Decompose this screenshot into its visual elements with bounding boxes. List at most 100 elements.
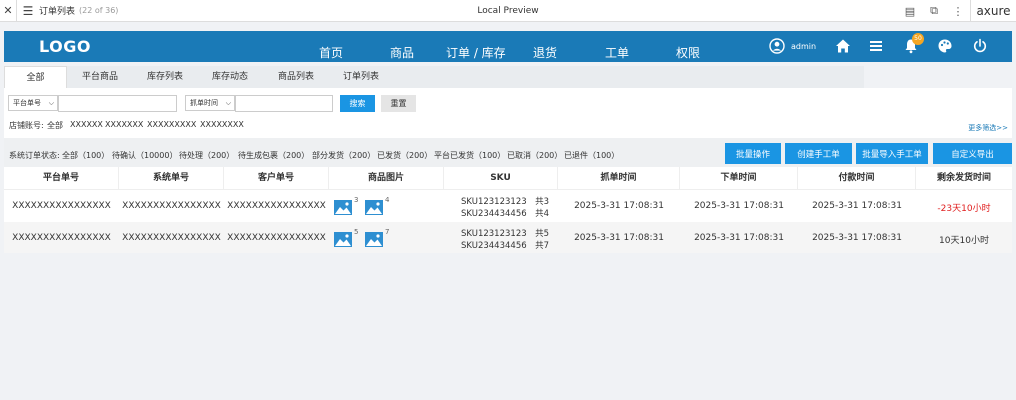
pay-time-cell: 2025-3-31 17:08:31 (812, 201, 902, 211)
reset-button[interactable]: 重置 (381, 95, 416, 112)
image-count: 3 (354, 196, 359, 204)
table-row[interactable]: XXXXXXXXXXXXXXXX XXXXXXXXXXXXXXXX XXXXXX… (4, 222, 1012, 253)
tab-order-list[interactable]: 订单列表 (333, 66, 389, 88)
shop-option[interactable]: XXXXXXXXX (147, 120, 196, 129)
axure-brand: axure (970, 0, 1016, 22)
export-icon[interactable]: ⧉ (922, 4, 946, 18)
username[interactable]: admin (791, 42, 816, 51)
status-filter-to-package[interactable]: 待生成包裹（200） (238, 150, 309, 161)
col-platform-no: 平台单号 (4, 167, 119, 190)
image-icon[interactable] (365, 200, 383, 215)
order-number-input[interactable] (58, 95, 177, 112)
platform-no-cell: XXXXXXXXXXXXXXXX (12, 233, 111, 243)
logo: LOGO (39, 37, 91, 56)
sku-line: SKU123123123 共5 (461, 229, 550, 239)
image-icon[interactable] (334, 232, 352, 247)
shop-option[interactable]: XXXXXXXX (200, 120, 244, 129)
image-count: 5 (354, 228, 359, 236)
tab-platform-products[interactable]: 平台商品 (72, 66, 128, 88)
col-product-image: 商品图片 (329, 167, 444, 190)
image-icon[interactable] (365, 232, 383, 247)
system-no-cell: XXXXXXXXXXXXXXXX (122, 233, 221, 243)
system-no-cell: XXXXXXXXXXXXXXXX (122, 201, 221, 211)
shop-account-label: 店铺账号: (9, 121, 44, 130)
palette-icon[interactable] (937, 38, 953, 54)
status-filter-platform-shipped[interactable]: 平台已发货（100） (434, 150, 505, 161)
col-order-time: 下单时间 (680, 167, 798, 190)
table-header: 平台单号 系统单号 客户单号 商品图片 SKU 抓单时间 下单时间 付款时间 剩… (4, 167, 1012, 190)
home-icon[interactable] (835, 38, 851, 54)
platform-no-cell: XXXXXXXXXXXXXXXX (12, 201, 111, 211)
remaining-time-cell: -23天10小时 (937, 204, 991, 214)
pay-time-cell: 2025-3-31 17:08:31 (812, 233, 902, 243)
status-filter-cancelled[interactable]: 已取消（200） (507, 150, 562, 161)
tab-inventory-activity[interactable]: 库存动态 (202, 66, 258, 88)
preview-toolbar: Local Preview ✕ ☰ 订单列表 (22 of 36) ▤ ⧉ ⋮ … (0, 0, 1016, 22)
tab-all[interactable]: 全部 (4, 66, 67, 88)
image-count: 7 (385, 228, 390, 236)
nav-tickets[interactable]: 工单 (605, 44, 629, 61)
nav-permissions[interactable]: 权限 (676, 44, 700, 61)
page-count: (22 of 36) (79, 6, 119, 15)
batch-import-button[interactable]: 批量导入手工单 (856, 143, 928, 164)
status-filter-to-process[interactable]: 待处理（200） (179, 150, 234, 161)
order-status-bar: 系统订单状态: 全部（100） 待确认（10000） 待处理（200） 待生成包… (4, 138, 1012, 167)
more-icon[interactable]: ⋮ (946, 5, 970, 18)
status-filter-shipped[interactable]: 已发货（200） (377, 150, 432, 161)
preview-title: Local Preview (477, 5, 539, 16)
time-type-select[interactable]: 抓单时间 ⌵ (185, 95, 235, 111)
order-time-cell: 2025-3-31 17:08:31 (694, 233, 784, 243)
status-filter-all[interactable]: 全部（100） (62, 150, 109, 161)
nav-home[interactable]: 首页 (319, 44, 343, 61)
order-number-type-select[interactable]: 平台单号 ⌵ (8, 95, 58, 111)
table-row[interactable]: XXXXXXXXXXXXXXXX XXXXXXXXXXXXXXXX XXXXXX… (4, 190, 1012, 221)
sku-line: SKU234434456 共7 (461, 241, 550, 251)
create-manual-order-button[interactable]: 创建手工单 (785, 143, 852, 164)
close-icon[interactable]: ✕ (0, 4, 16, 17)
col-pay-time: 付款时间 (798, 167, 916, 190)
filter-panel: 平台单号 ⌵ 抓单时间 ⌵ 搜索 重置 店铺账号: 全部 XXXXXX XXXX… (4, 88, 1012, 138)
status-filter-returned[interactable]: 已退件（100） (564, 150, 619, 161)
nav-orders-inventory[interactable]: 订单 / 库存 (446, 44, 506, 61)
customer-no-cell: XXXXXXXXXXXXXXXX (227, 201, 326, 211)
status-filter-to-confirm[interactable]: 待确认（10000） (112, 150, 177, 161)
search-button[interactable]: 搜索 (340, 95, 375, 112)
col-customer-no: 客户单号 (224, 167, 329, 190)
col-system-no: 系统单号 (119, 167, 224, 190)
sku-line: SKU123123123 共3 (461, 197, 550, 207)
shop-option[interactable]: XXXXXXX (105, 120, 143, 129)
order-table: 平台单号 系统单号 客户单号 商品图片 SKU 抓单时间 下单时间 付款时间 剩… (4, 167, 1012, 253)
select-label: 抓单时间 (190, 99, 218, 107)
customer-no-cell: XXXXXXXXXXXXXXXX (227, 233, 326, 243)
nav-returns[interactable]: 退货 (533, 44, 557, 61)
notes-icon[interactable]: ▤ (898, 5, 922, 18)
chevron-down-icon: ⌵ (48, 99, 54, 107)
custom-export-button[interactable]: 自定义导出 (933, 143, 1012, 164)
tab-inventory-list[interactable]: 库存列表 (137, 66, 193, 88)
chevron-down-icon: ⌵ (225, 99, 231, 107)
list-icon[interactable] (868, 38, 884, 54)
user-icon[interactable] (769, 38, 785, 54)
page-name: 订单列表 (39, 7, 76, 17)
app-header: LOGO 首页 商品 订单 / 库存 退货 工单 权限 admin 50 (4, 31, 1012, 62)
image-icon[interactable] (334, 200, 352, 215)
order-time-cell: 2025-3-31 17:08:31 (694, 201, 784, 211)
nav-products[interactable]: 商品 (390, 44, 414, 61)
col-sku: SKU (444, 167, 558, 190)
shop-option[interactable]: XXXXXX (70, 120, 103, 129)
more-filters-link[interactable]: 更多筛选>> (968, 123, 1008, 133)
power-icon[interactable] (972, 38, 988, 54)
tab-product-list[interactable]: 商品列表 (268, 66, 324, 88)
menu-icon[interactable]: ☰ (17, 4, 39, 18)
grab-time-cell: 2025-3-31 17:08:31 (574, 233, 664, 243)
status-filter-partial-shipped[interactable]: 部分发货（200） (312, 150, 375, 161)
shop-option-all[interactable]: 全部 (47, 120, 63, 131)
tab-bar: 全部 平台商品 库存列表 库存动态 商品列表 订单列表 (4, 66, 864, 88)
sku-line: SKU234434456 共4 (461, 209, 550, 219)
col-grab-time: 抓单时间 (558, 167, 680, 190)
time-range-input[interactable] (235, 95, 333, 112)
select-label: 平台单号 (13, 99, 41, 107)
batch-operation-button[interactable]: 批量操作 (725, 143, 781, 164)
col-remaining-time: 剩余发货时间 (936, 173, 991, 183)
grab-time-cell: 2025-3-31 17:08:31 (574, 201, 664, 211)
